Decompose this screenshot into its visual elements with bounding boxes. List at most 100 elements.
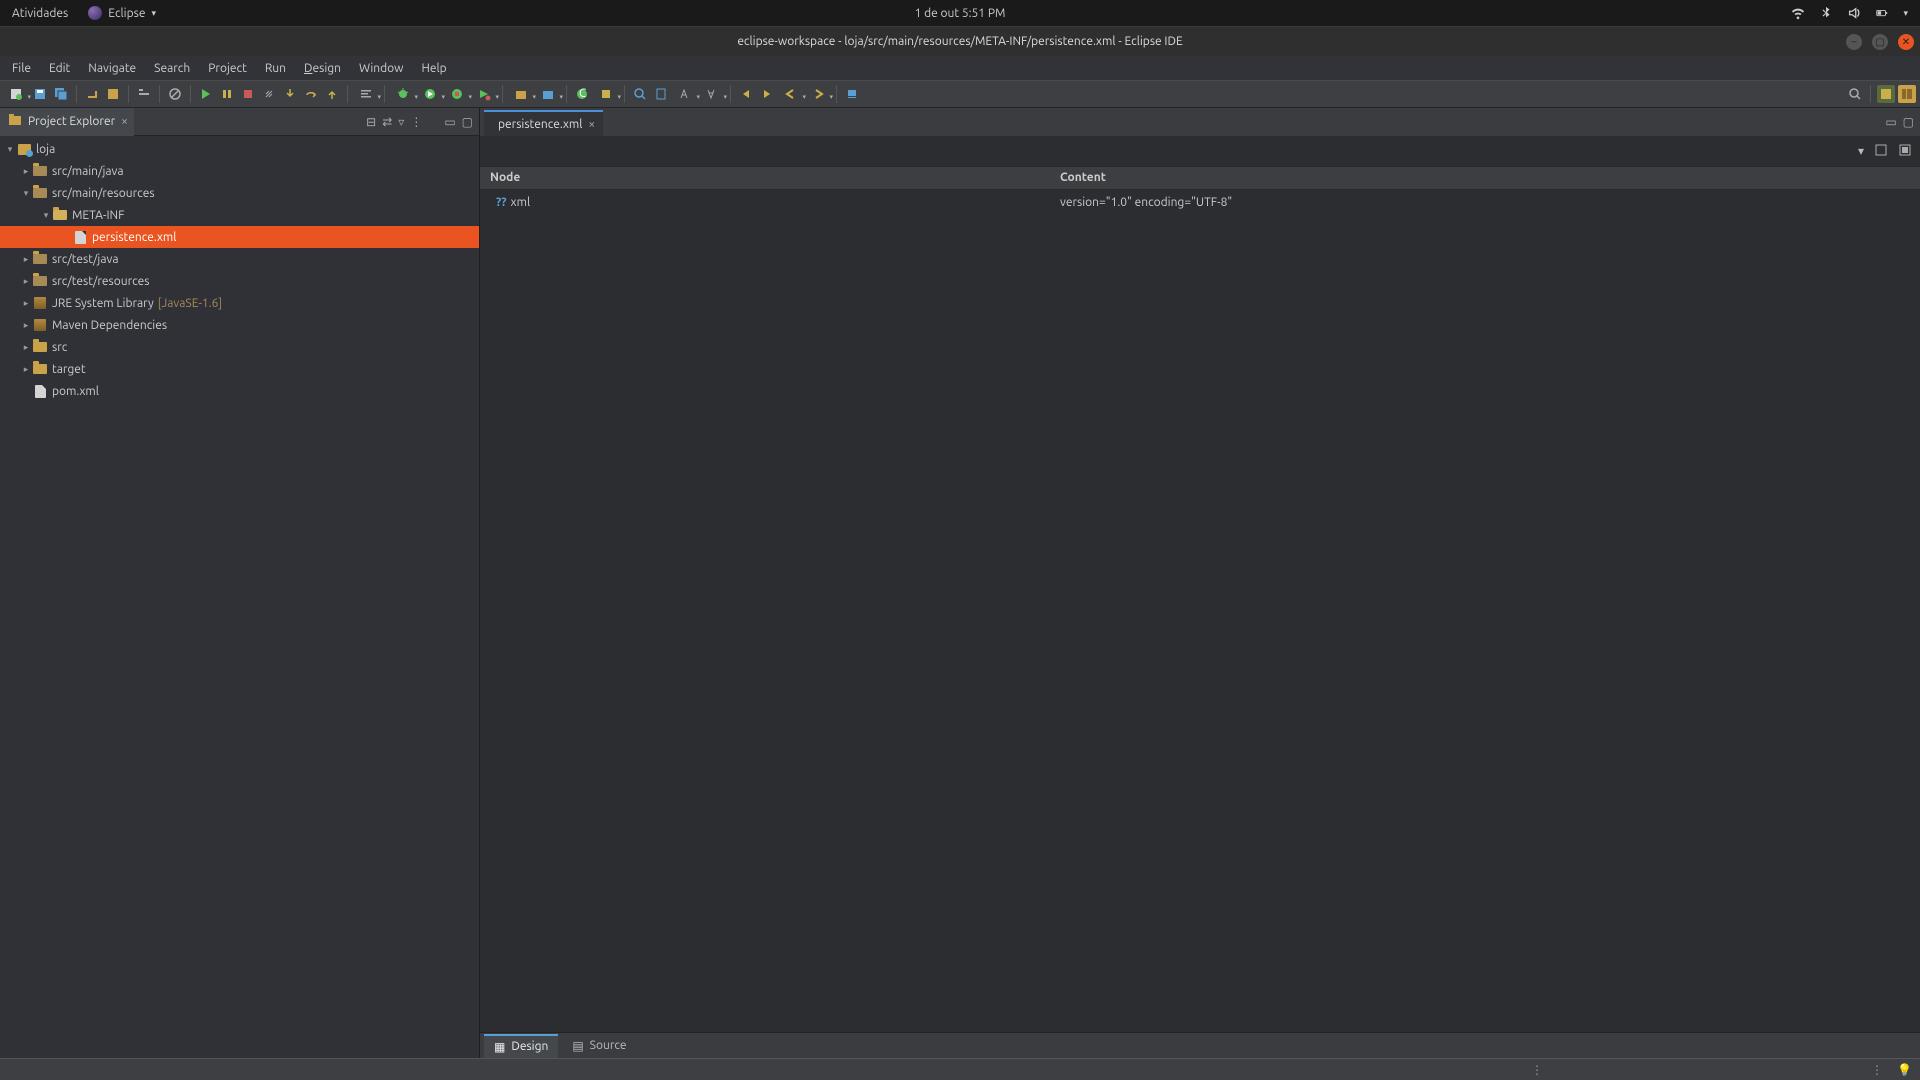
- coverage-button[interactable]: [445, 85, 469, 103]
- tree-item-target[interactable]: ▸ target: [0, 358, 479, 380]
- align-button[interactable]: [354, 85, 378, 103]
- open-task-button[interactable]: [594, 85, 618, 103]
- save-all-button[interactable]: [52, 85, 70, 103]
- new-java-project-button[interactable]: [509, 85, 533, 103]
- step-return-button[interactable]: [323, 85, 341, 103]
- status-menu-icon[interactable]: ⋮: [1871, 1063, 1883, 1077]
- new-button[interactable]: [4, 85, 28, 103]
- validate-icon[interactable]: [1898, 143, 1912, 160]
- folder-icon: [52, 207, 68, 223]
- volume-icon[interactable]: [1847, 6, 1861, 20]
- tree-label: META-INF: [72, 209, 124, 222]
- menu-run[interactable]: Run: [257, 59, 294, 78]
- toggle-breadcrumb-button[interactable]: [135, 85, 153, 103]
- next-annotation-button[interactable]: [700, 85, 724, 103]
- status-menu-icon[interactable]: ⋮: [1531, 1063, 1543, 1077]
- activities-button[interactable]: Atividades: [12, 7, 68, 20]
- column-content[interactable]: Content: [1050, 167, 1116, 189]
- maximize-view-button[interactable]: ▢: [462, 115, 473, 129]
- search-button[interactable]: [631, 85, 649, 103]
- package-folder-icon: [32, 163, 48, 179]
- menu-file[interactable]: File: [4, 59, 39, 78]
- tip-icon[interactable]: 💡: [1897, 1063, 1912, 1077]
- tree-item-src[interactable]: ▸ src: [0, 336, 479, 358]
- expand-all-icon[interactable]: [1874, 143, 1888, 160]
- undo-typing-button[interactable]: [83, 85, 101, 103]
- tree-item-persistence-xml[interactable]: persistence.xml: [0, 226, 479, 248]
- step-over-button[interactable]: [302, 85, 320, 103]
- menu-help[interactable]: Help: [413, 59, 454, 78]
- disconnect-button[interactable]: [260, 85, 278, 103]
- run-button[interactable]: [418, 85, 442, 103]
- suspend-button[interactable]: [218, 85, 236, 103]
- link-editor-button[interactable]: ⇄: [382, 115, 392, 129]
- pin-editor-button[interactable]: [843, 85, 861, 103]
- tree-item-src-main-resources[interactable]: ▾ src/main/resources: [0, 182, 479, 204]
- menu-window[interactable]: Window: [351, 59, 411, 78]
- xml-row[interactable]: ?? xml version="1.0" encoding="UTF-8": [480, 190, 1920, 214]
- tab-persistence-xml[interactable]: persistence.xml ×: [484, 110, 603, 136]
- history-forward-button[interactable]: [806, 85, 830, 103]
- battery-icon[interactable]: [1875, 6, 1889, 20]
- quick-access-button[interactable]: [1846, 85, 1864, 103]
- explorer-tabbar: Project Explorer × ⊟ ⇄ ▿ ⋮ ▭ ▢: [0, 108, 479, 136]
- tree-item-maven-deps[interactable]: ▸ Maven Dependencies: [0, 314, 479, 336]
- annotation-button[interactable]: [673, 85, 697, 103]
- tab-source[interactable]: ▤ Source: [562, 1035, 636, 1057]
- new-java-package-button[interactable]: [536, 85, 560, 103]
- clock[interactable]: 1 de out 5:51 PM: [915, 7, 1006, 20]
- skip-breakpoints-button[interactable]: [166, 85, 184, 103]
- maximize-editor-button[interactable]: ▢: [1903, 115, 1914, 129]
- menu-project[interactable]: Project: [200, 59, 255, 78]
- new-class-button[interactable]: C: [573, 85, 591, 103]
- tab-design[interactable]: ▦ Design: [484, 1034, 558, 1058]
- step-into-button[interactable]: [281, 85, 299, 103]
- app-menu-label: Eclipse: [108, 7, 145, 20]
- minimize-view-button[interactable]: ▭: [444, 115, 455, 129]
- maximize-button[interactable]: ▢: [1872, 34, 1888, 50]
- column-node[interactable]: Node: [480, 167, 1050, 189]
- tree-item-src-main-java[interactable]: ▸ src/main/java: [0, 160, 479, 182]
- bluetooth-icon[interactable]: [1819, 6, 1833, 20]
- app-menu[interactable]: Eclipse ▾: [88, 6, 156, 20]
- library-icon: [32, 295, 48, 311]
- wifi-icon[interactable]: [1791, 6, 1805, 20]
- close-icon[interactable]: ×: [121, 115, 128, 128]
- menu-design[interactable]: Design: [296, 59, 349, 78]
- view-menu-button[interactable]: ⋮: [410, 115, 422, 129]
- perspective-button[interactable]: [1877, 85, 1895, 103]
- tree-item-pom[interactable]: pom.xml: [0, 380, 479, 402]
- tree-item-src-test-java[interactable]: ▸ src/test/java: [0, 248, 479, 270]
- project-tree[interactable]: ▾ loja ▸ src/main/java ▾ src/main/resour…: [0, 136, 479, 1058]
- terminate-button[interactable]: [239, 85, 257, 103]
- debug-button[interactable]: [391, 85, 415, 103]
- minimize-button[interactable]: –: [1846, 34, 1862, 50]
- tree-project[interactable]: ▾ loja: [0, 138, 479, 160]
- chevron-down-icon[interactable]: ▾: [1903, 8, 1908, 19]
- filter-button[interactable]: ▿: [398, 115, 404, 129]
- save-button[interactable]: [31, 85, 49, 103]
- history-back-button[interactable]: [779, 85, 803, 103]
- close-button[interactable]: ✕: [1898, 34, 1914, 50]
- tab-project-explorer[interactable]: Project Explorer ×: [0, 108, 134, 136]
- resume-button[interactable]: [197, 85, 215, 103]
- open-type-button[interactable]: [104, 85, 122, 103]
- minimize-editor-button[interactable]: ▭: [1885, 115, 1896, 129]
- xml-file-icon: [72, 229, 88, 245]
- open-perspective-button[interactable]: [1898, 85, 1916, 103]
- tree-item-meta-inf[interactable]: ▾ META-INF: [0, 204, 479, 226]
- run-last-button[interactable]: [472, 85, 496, 103]
- collapse-all-icon[interactable]: ▾: [1858, 144, 1864, 158]
- back-button[interactable]: [737, 85, 755, 103]
- menu-edit[interactable]: Edit: [41, 59, 78, 78]
- editor-panel: persistence.xml × ▭ ▢ ▾ Node Content ?? …: [480, 108, 1920, 1058]
- menu-navigate[interactable]: Navigate: [80, 59, 144, 78]
- collapse-all-button[interactable]: ⊟: [366, 115, 376, 129]
- tree-item-src-test-resources[interactable]: ▸ src/test/resources: [0, 270, 479, 292]
- tree-item-jre[interactable]: ▸ JRE System Library [JavaSE-1.6]: [0, 292, 479, 314]
- editor-tabbar: persistence.xml × ▭ ▢: [480, 108, 1920, 136]
- forward-button[interactable]: [758, 85, 776, 103]
- close-icon[interactable]: ×: [588, 118, 595, 131]
- menu-search[interactable]: Search: [146, 59, 198, 78]
- toggle-mark-button[interactable]: [652, 85, 670, 103]
